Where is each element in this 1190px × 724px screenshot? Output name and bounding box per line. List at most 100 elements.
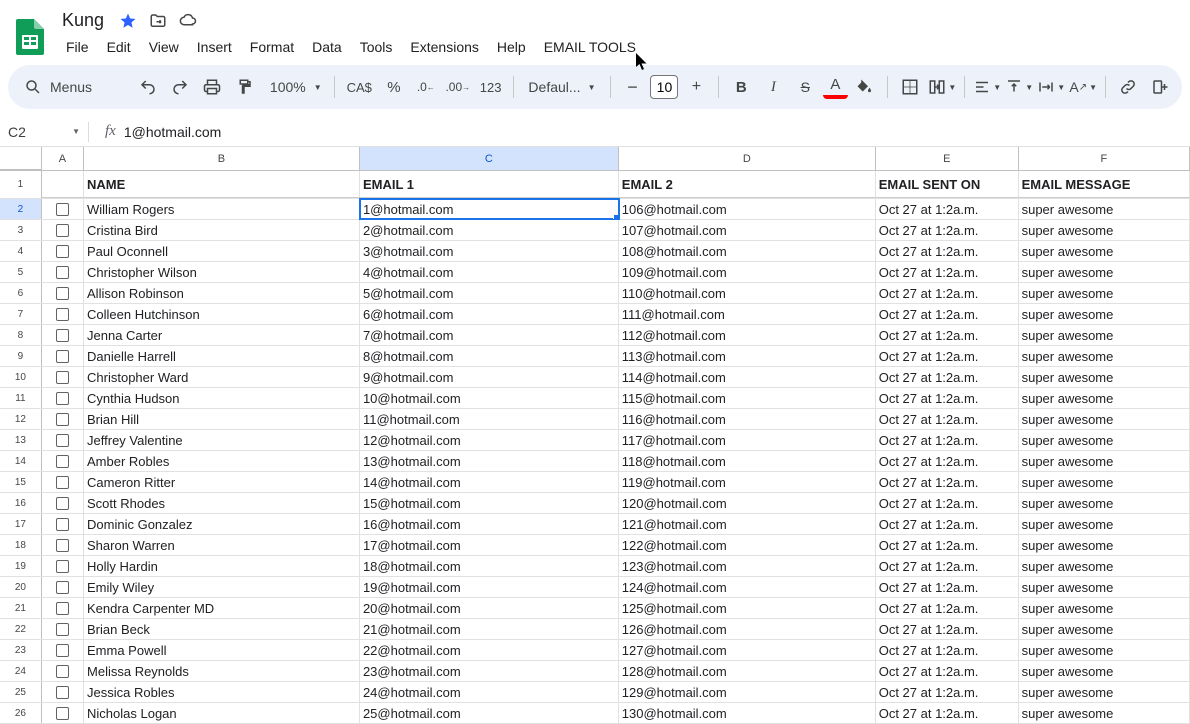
cell-msg[interactable]: super awesome xyxy=(1019,241,1190,261)
menu-format[interactable]: Format xyxy=(242,35,302,59)
cell-sent[interactable]: Oct 27 at 1:2a.m. xyxy=(876,703,1019,723)
cell-email1[interactable]: 8@hotmail.com xyxy=(360,346,619,366)
cell-name[interactable]: Jenna Carter xyxy=(84,325,360,345)
row-header[interactable]: 7 xyxy=(0,304,42,324)
cell-msg[interactable]: super awesome xyxy=(1019,304,1190,324)
cell-email1[interactable]: 2@hotmail.com xyxy=(360,220,619,240)
cell-sent[interactable]: Oct 27 at 1:2a.m. xyxy=(876,640,1019,660)
checkbox-cell[interactable] xyxy=(42,199,84,219)
cell-email1[interactable]: 19@hotmail.com xyxy=(360,577,619,597)
cell-sent[interactable]: Oct 27 at 1:2a.m. xyxy=(876,367,1019,387)
cell-sent[interactable]: Oct 27 at 1:2a.m. xyxy=(876,430,1019,450)
cell-sent[interactable]: Oct 27 at 1:2a.m. xyxy=(876,388,1019,408)
row-header[interactable]: 11 xyxy=(0,388,42,408)
zoom-select[interactable]: 100% ▼ xyxy=(262,79,326,95)
row-header[interactable]: 20 xyxy=(0,577,42,597)
cell-header-email2[interactable]: EMAIL 2 xyxy=(619,171,876,198)
cell-sent[interactable]: Oct 27 at 1:2a.m. xyxy=(876,535,1019,555)
checkbox-icon[interactable] xyxy=(56,497,69,510)
checkbox-icon[interactable] xyxy=(56,476,69,489)
cell-email1[interactable]: 22@hotmail.com xyxy=(360,640,619,660)
cell-name[interactable]: Jeffrey Valentine xyxy=(84,430,360,450)
checkbox-cell[interactable] xyxy=(42,598,84,618)
star-icon[interactable] xyxy=(118,11,138,31)
col-header-b[interactable]: B xyxy=(84,147,360,170)
menu-help[interactable]: Help xyxy=(489,35,534,59)
checkbox-icon[interactable] xyxy=(56,686,69,699)
checkbox-cell[interactable] xyxy=(42,262,84,282)
cell-msg[interactable]: super awesome xyxy=(1019,283,1190,303)
cell-email1[interactable]: 4@hotmail.com xyxy=(360,262,619,282)
row-header[interactable]: 5 xyxy=(0,262,42,282)
checkbox-icon[interactable] xyxy=(56,602,69,615)
increase-font-button[interactable]: + xyxy=(682,72,710,102)
cell-email2[interactable]: 117@hotmail.com xyxy=(619,430,876,450)
checkbox-cell[interactable] xyxy=(42,241,84,261)
cell-email1[interactable]: 25@hotmail.com xyxy=(360,703,619,723)
cell-name[interactable]: Emily Wiley xyxy=(84,577,360,597)
cell-msg[interactable]: super awesome xyxy=(1019,493,1190,513)
cell-name[interactable]: Sharon Warren xyxy=(84,535,360,555)
v-align-button[interactable]: ▼ xyxy=(1005,72,1033,102)
cell-msg[interactable]: super awesome xyxy=(1019,430,1190,450)
print-button[interactable] xyxy=(198,72,226,102)
row-header[interactable]: 3 xyxy=(0,220,42,240)
cell-email1[interactable]: 7@hotmail.com xyxy=(360,325,619,345)
cell-email1[interactable]: 10@hotmail.com xyxy=(360,388,619,408)
italic-button[interactable]: I xyxy=(759,72,787,102)
cell-msg[interactable]: super awesome xyxy=(1019,619,1190,639)
cell-sent[interactable]: Oct 27 at 1:2a.m. xyxy=(876,577,1019,597)
cell-email1[interactable]: 3@hotmail.com xyxy=(360,241,619,261)
cell-email2[interactable]: 122@hotmail.com xyxy=(619,535,876,555)
cell-name[interactable]: Brian Hill xyxy=(84,409,360,429)
col-header-f[interactable]: F xyxy=(1019,147,1190,170)
cell-msg[interactable]: super awesome xyxy=(1019,472,1190,492)
sheets-logo-icon[interactable] xyxy=(12,19,48,55)
row-header[interactable]: 12 xyxy=(0,409,42,429)
checkbox-icon[interactable] xyxy=(56,203,69,216)
checkbox-cell[interactable] xyxy=(42,430,84,450)
cell-name[interactable]: Nicholas Logan xyxy=(84,703,360,723)
checkbox-icon[interactable] xyxy=(56,518,69,531)
checkbox-cell[interactable] xyxy=(42,703,84,723)
checkbox-icon[interactable] xyxy=(56,623,69,636)
checkbox-icon[interactable] xyxy=(56,413,69,426)
cell-email1[interactable]: 12@hotmail.com xyxy=(360,430,619,450)
cell-email2[interactable]: 115@hotmail.com xyxy=(619,388,876,408)
checkbox-cell[interactable] xyxy=(42,493,84,513)
row-header[interactable]: 19 xyxy=(0,556,42,576)
cell-header-email1[interactable]: EMAIL 1 xyxy=(360,171,619,198)
checkbox-cell[interactable] xyxy=(42,577,84,597)
checkbox-cell[interactable] xyxy=(42,556,84,576)
cell-email2[interactable]: 118@hotmail.com xyxy=(619,451,876,471)
cell-sent[interactable]: Oct 27 at 1:2a.m. xyxy=(876,241,1019,261)
checkbox-cell[interactable] xyxy=(42,283,84,303)
cell-msg[interactable]: super awesome xyxy=(1019,262,1190,282)
cell-sent[interactable]: Oct 27 at 1:2a.m. xyxy=(876,472,1019,492)
cell-email2[interactable]: 125@hotmail.com xyxy=(619,598,876,618)
more-formats-button[interactable]: 123 xyxy=(476,72,506,102)
cell-email1[interactable]: 9@hotmail.com xyxy=(360,367,619,387)
cell-header-msg[interactable]: EMAIL MESSAGE xyxy=(1019,171,1190,198)
checkbox-icon[interactable] xyxy=(56,560,69,573)
cell-msg[interactable]: super awesome xyxy=(1019,535,1190,555)
paint-format-button[interactable] xyxy=(230,72,258,102)
checkbox-icon[interactable] xyxy=(56,455,69,468)
cell-sent[interactable]: Oct 27 at 1:2a.m. xyxy=(876,262,1019,282)
checkbox-cell[interactable] xyxy=(42,388,84,408)
cell-name[interactable]: Holly Hardin xyxy=(84,556,360,576)
move-icon[interactable] xyxy=(148,11,168,31)
cell-name[interactable]: Melissa Reynolds xyxy=(84,661,360,681)
cell-email1[interactable]: 14@hotmail.com xyxy=(360,472,619,492)
cloud-status-icon[interactable] xyxy=(178,11,198,31)
cell-email2[interactable]: 128@hotmail.com xyxy=(619,661,876,681)
add-column-button[interactable] xyxy=(1146,72,1174,102)
cell-name[interactable]: Christopher Wilson xyxy=(84,262,360,282)
cell-email2[interactable]: 107@hotmail.com xyxy=(619,220,876,240)
row-header[interactable]: 16 xyxy=(0,493,42,513)
cell-sent[interactable]: Oct 27 at 1:2a.m. xyxy=(876,220,1019,240)
col-header-d[interactable]: D xyxy=(619,147,876,170)
menu-extensions[interactable]: Extensions xyxy=(402,35,486,59)
cell-msg[interactable]: super awesome xyxy=(1019,199,1190,219)
row-header[interactable]: 2 xyxy=(0,199,42,219)
